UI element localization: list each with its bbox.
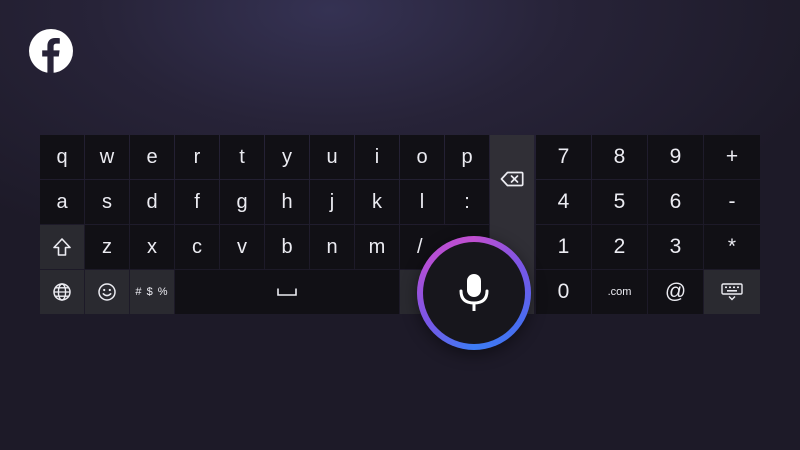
microphone-icon <box>459 274 489 311</box>
key-d[interactable]: d <box>130 180 174 224</box>
key-at[interactable]: @ <box>648 270 703 314</box>
symbols-key[interactable]: # $ % <box>130 270 174 314</box>
key-9[interactable]: 9 <box>648 135 703 179</box>
key-g[interactable]: g <box>220 180 264 224</box>
key-c[interactable]: c <box>175 225 219 269</box>
key-0[interactable]: 0 <box>536 270 591 314</box>
keyboard-hide-icon <box>721 283 743 301</box>
language-key[interactable] <box>40 270 84 314</box>
space-key[interactable] <box>175 270 399 314</box>
key-m[interactable]: m <box>355 225 399 269</box>
voice-search-button[interactable] <box>417 236 531 350</box>
key-colon[interactable]: : <box>445 180 489 224</box>
key-asterisk[interactable]: * <box>704 225 760 269</box>
key-q[interactable]: q <box>40 135 84 179</box>
key-4[interactable]: 4 <box>536 180 591 224</box>
key-1[interactable]: 1 <box>536 225 591 269</box>
key-6[interactable]: 6 <box>648 180 703 224</box>
key-f[interactable]: f <box>175 180 219 224</box>
shift-key[interactable] <box>40 225 84 269</box>
key-i[interactable]: i <box>355 135 399 179</box>
key-l[interactable]: l <box>400 180 444 224</box>
key-plus[interactable]: + <box>704 135 760 179</box>
key-u[interactable]: u <box>310 135 354 179</box>
shift-icon <box>53 238 71 256</box>
key-x[interactable]: x <box>130 225 174 269</box>
voice-button-inner <box>423 242 525 344</box>
key-dotcom[interactable]: .com <box>592 270 647 314</box>
key-r[interactable]: r <box>175 135 219 179</box>
key-j[interactable]: j <box>310 180 354 224</box>
key-p[interactable]: p <box>445 135 489 179</box>
key-y[interactable]: y <box>265 135 309 179</box>
key-v[interactable]: v <box>220 225 264 269</box>
key-o[interactable]: o <box>400 135 444 179</box>
key-3[interactable]: 3 <box>648 225 703 269</box>
key-5[interactable]: 5 <box>592 180 647 224</box>
key-t[interactable]: t <box>220 135 264 179</box>
on-screen-keyboard: q w e r t y u i o p a s d f g h j k l : … <box>40 135 760 315</box>
key-minus[interactable]: - <box>704 180 760 224</box>
facebook-logo-icon <box>29 29 73 73</box>
space-bar-icon <box>277 288 297 296</box>
backspace-icon <box>500 171 524 187</box>
key-2[interactable]: 2 <box>592 225 647 269</box>
globe-icon <box>53 283 71 301</box>
key-k[interactable]: k <box>355 180 399 224</box>
key-z[interactable]: z <box>85 225 129 269</box>
key-n[interactable]: n <box>310 225 354 269</box>
key-s[interactable]: s <box>85 180 129 224</box>
key-8[interactable]: 8 <box>592 135 647 179</box>
emoji-key[interactable] <box>85 270 129 314</box>
key-7[interactable]: 7 <box>536 135 591 179</box>
key-h[interactable]: h <box>265 180 309 224</box>
key-e[interactable]: e <box>130 135 174 179</box>
key-a[interactable]: a <box>40 180 84 224</box>
hide-keyboard-key[interactable] <box>704 270 760 314</box>
key-w[interactable]: w <box>85 135 129 179</box>
emoji-icon <box>98 283 116 301</box>
key-b[interactable]: b <box>265 225 309 269</box>
